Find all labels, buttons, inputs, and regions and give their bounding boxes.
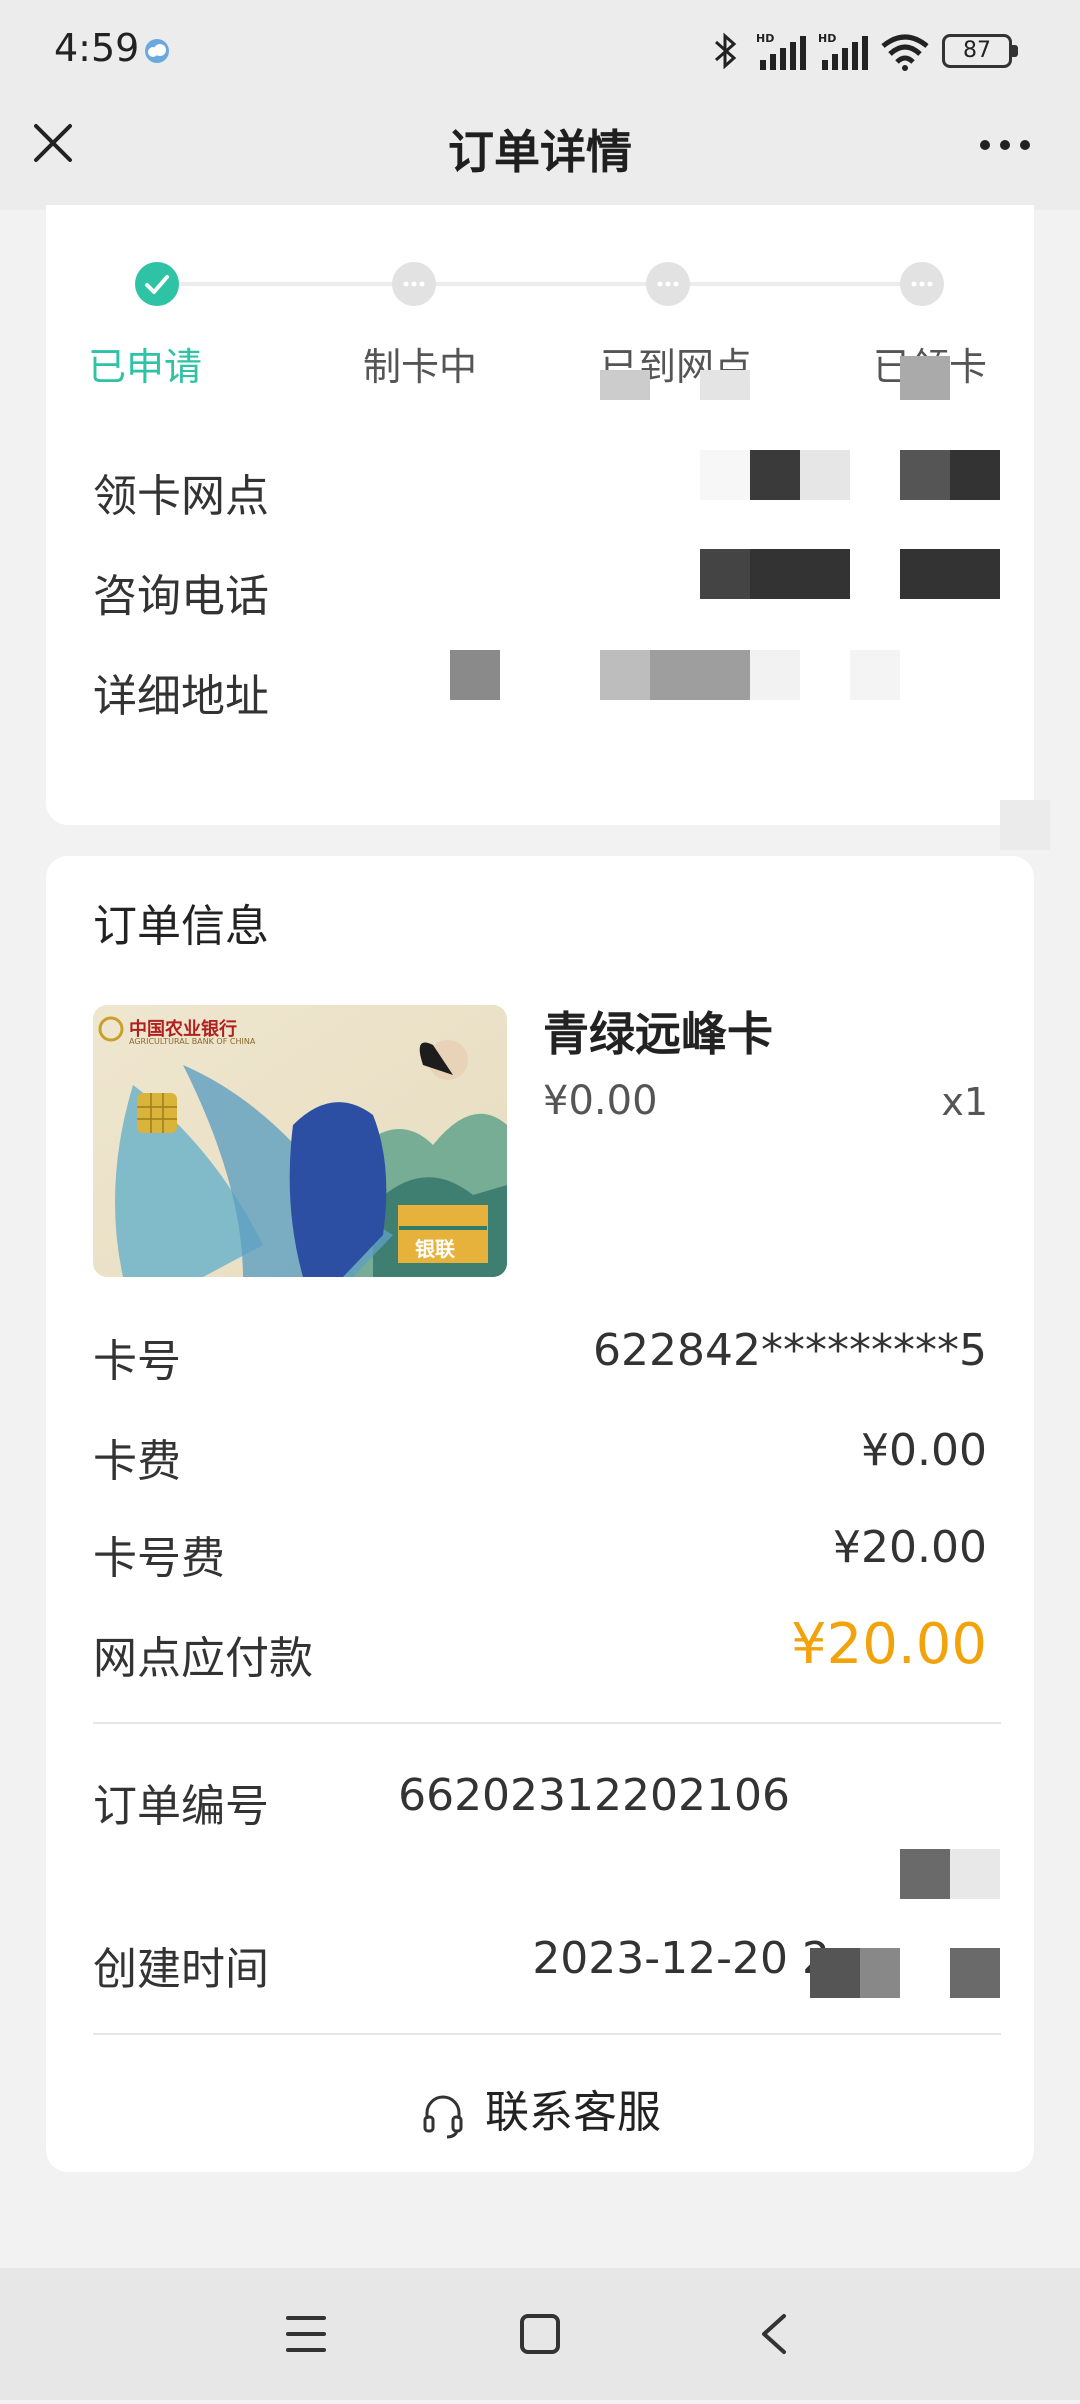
mosaic-block <box>810 1948 860 1998</box>
card-number-value: 622842*********5 <box>593 1325 987 1376</box>
number-fee-value: ¥20.00 <box>833 1522 987 1573</box>
mosaic-block <box>950 450 1000 500</box>
battery-tip <box>1012 45 1018 57</box>
home-button[interactable] <box>470 2268 610 2400</box>
wifi-icon <box>881 34 929 71</box>
payable-value: ¥20.00 <box>791 1612 987 1677</box>
divider <box>93 1722 1001 1724</box>
order-number-value: 66202312202106 <box>398 1770 790 1821</box>
home-icon <box>520 2314 560 2354</box>
mosaic-block <box>860 1948 900 1998</box>
product-price: ¥0.00 <box>543 1078 658 1124</box>
signal-icon: HD <box>818 32 868 70</box>
divider <box>93 2033 1001 2035</box>
mosaic-block <box>450 650 500 700</box>
mosaic-block <box>750 450 800 500</box>
svg-text:HD: HD <box>818 32 836 45</box>
mosaic-block <box>750 549 850 599</box>
mosaic-block <box>900 1849 950 1899</box>
step-pending-icon <box>392 262 436 306</box>
mosaic-block <box>700 450 750 500</box>
pickup-branch-label: 领卡网点 <box>93 471 269 522</box>
step-done-icon <box>135 262 179 306</box>
signal-icon: HD <box>756 32 806 70</box>
section-title: 订单信息 <box>93 901 269 952</box>
step-label-making: 制卡中 <box>362 345 477 389</box>
bank-card-image: 中国农业银行 AGRICULTURAL BANK OF CHINA 银联 <box>93 1005 507 1277</box>
mosaic-block <box>700 370 750 400</box>
unionpay-text: 银联 <box>415 1237 455 1261</box>
product-name: 青绿远峰卡 <box>543 1007 773 1061</box>
header: 订单详情 <box>0 100 1080 210</box>
battery-icon: 87 <box>942 34 1012 68</box>
back-icon <box>762 2314 786 2354</box>
order-number-label: 订单编号 <box>93 1781 269 1832</box>
phone-label: 咨询电话 <box>93 571 269 622</box>
payable-label: 网点应付款 <box>93 1633 313 1684</box>
number-fee-label: 卡号费 <box>93 1533 225 1584</box>
step-label-applied: 已申请 <box>87 345 202 389</box>
mosaic-block <box>1000 800 1050 850</box>
mosaic-block <box>800 450 850 500</box>
step-pending-icon <box>646 262 690 306</box>
menu-button[interactable] <box>236 2268 376 2400</box>
address-label: 详细地址 <box>93 671 269 722</box>
check-icon <box>145 275 169 294</box>
status-time: 4:59 <box>54 26 140 70</box>
progress-track <box>157 282 923 286</box>
more-options-icon[interactable] <box>975 130 1035 160</box>
svg-text:HD: HD <box>756 32 774 45</box>
bluetooth-icon <box>715 32 737 70</box>
mosaic-block <box>900 549 1000 599</box>
card-number-label: 卡号 <box>93 1336 181 1387</box>
cloud-notification-icon <box>145 39 169 63</box>
menu-icon <box>286 2316 326 2352</box>
mosaic-block <box>750 650 800 700</box>
mosaic-block <box>950 1849 1000 1899</box>
product-quantity: x1 <box>941 1080 988 1124</box>
card-fee-value: ¥0.00 <box>861 1425 987 1476</box>
status-bar: 4:59 HD HD 87 <box>0 0 1080 100</box>
mosaic-block <box>850 650 900 700</box>
mosaic-block <box>650 650 750 700</box>
page-title: 订单详情 <box>448 125 632 179</box>
contact-service-label: 联系客服 <box>485 2087 661 2138</box>
created-time-value: 2023-12-20 2 <box>532 1933 830 1984</box>
card-fee-label: 卡费 <box>93 1436 181 1487</box>
card-brand-en-text: AGRICULTURAL BANK OF CHINA <box>129 1037 256 1046</box>
system-navigation-bar <box>0 2268 1080 2400</box>
mosaic-block <box>600 650 650 700</box>
mosaic-block <box>600 370 650 400</box>
mosaic-block <box>950 1948 1000 1998</box>
mosaic-block <box>900 450 950 500</box>
contact-service-button[interactable]: 联系客服 <box>0 2076 1080 2140</box>
created-time-label: 创建时间 <box>93 1944 269 1995</box>
back-button[interactable] <box>704 2268 844 2400</box>
mosaic-block <box>700 549 750 599</box>
step-pending-icon <box>900 262 944 306</box>
headset-icon <box>423 2095 463 2139</box>
mosaic-block <box>900 356 950 400</box>
